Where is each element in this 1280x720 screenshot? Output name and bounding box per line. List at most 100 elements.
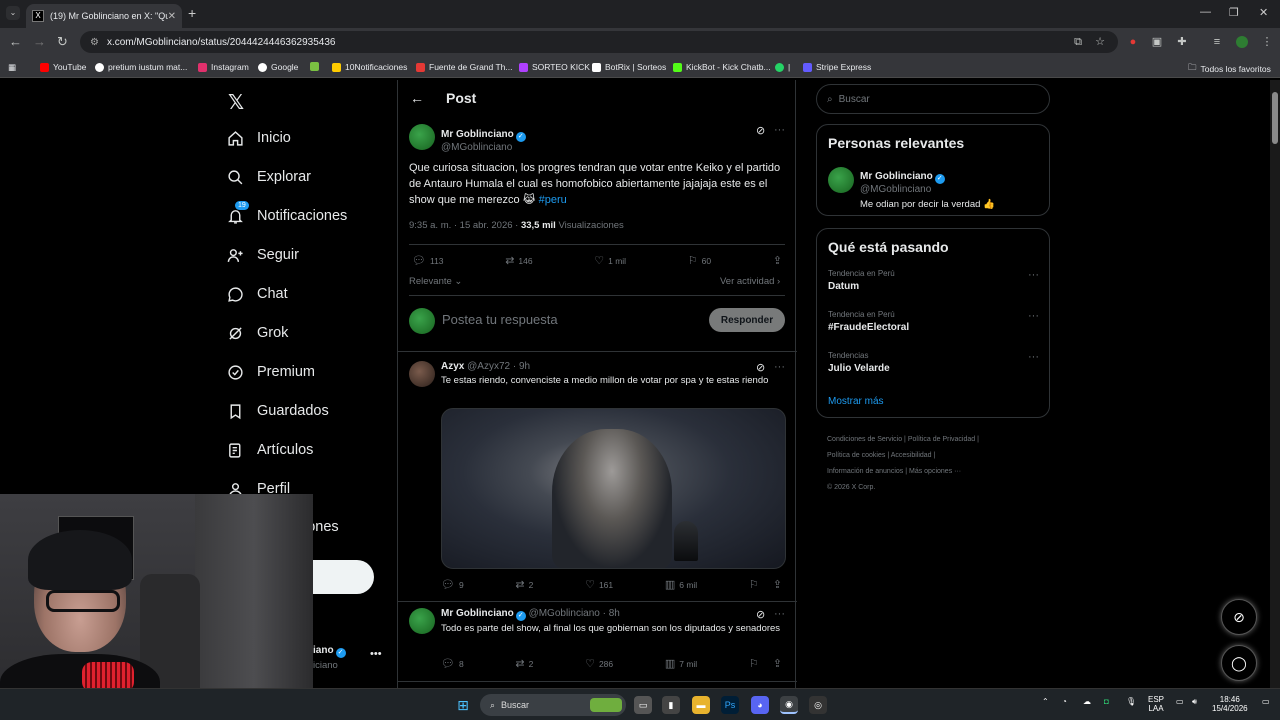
- grok-explain-icon[interactable]: ⊘: [756, 124, 765, 137]
- bookmark-kickbot[interactable]: KickBot - Kick Chatb...: [673, 62, 771, 72]
- reply-handle[interactable]: @MGoblinciano · 8h: [529, 608, 620, 619]
- apps-icon[interactable]: ▦: [8, 62, 16, 73]
- tray-overflow-icon[interactable]: ⌃: [1042, 697, 1049, 706]
- profile-avatar[interactable]: [1236, 36, 1248, 48]
- extension-red-icon[interactable]: ●: [1127, 36, 1139, 48]
- reply-more-icon[interactable]: ···: [774, 361, 785, 373]
- reply-avatar[interactable]: [409, 361, 435, 387]
- reply-avatar[interactable]: [409, 608, 435, 634]
- task-view-icon[interactable]: ▭: [634, 696, 652, 714]
- repost-action[interactable]: ⇄ 2: [515, 657, 533, 670]
- bookmark-whatsapp[interactable]: |: [775, 62, 790, 72]
- taskbar-search[interactable]: ⌕ Buscar: [480, 694, 626, 716]
- reply-author[interactable]: Azyx: [441, 361, 464, 372]
- browser-tab[interactable]: X (19) Mr Goblinciano en X: "Que ✕: [26, 4, 182, 28]
- reading-list-icon[interactable]: ≡: [1211, 36, 1223, 48]
- bookmark-unnamed[interactable]: [310, 62, 323, 71]
- like-action[interactable]: ♡ 286: [585, 657, 613, 670]
- address-bar[interactable]: ⚙ x.com/MGoblinciano/status/204442444636…: [80, 31, 1118, 53]
- like-action[interactable]: ♡ 1 mil: [594, 254, 626, 267]
- nav-item-chat[interactable]: Chat: [226, 285, 288, 303]
- bookmark-pretium[interactable]: pretium iustum mat...: [95, 62, 187, 72]
- messages-float-button[interactable]: ◯: [1221, 645, 1257, 681]
- extension-icon[interactable]: ▣: [1151, 36, 1163, 48]
- network-icon[interactable]: ▭: [1176, 697, 1184, 706]
- volume-icon[interactable]: 🔊︎: [1192, 697, 1197, 706]
- tray-app-icon[interactable]: ◔: [1062, 697, 1067, 706]
- nav-item-seguir[interactable]: Seguir: [226, 246, 299, 264]
- grok-explain-icon[interactable]: ⊘: [756, 361, 765, 374]
- bookmark-instagram[interactable]: Instagram: [198, 62, 249, 72]
- reload-button[interactable]: ↻: [57, 34, 68, 50]
- bookmark-stripe[interactable]: Stripe Express: [803, 62, 871, 72]
- trend-item[interactable]: Tendencias Julio Velarde: [828, 351, 1040, 374]
- tab-search-button[interactable]: ⌄: [6, 6, 20, 20]
- photoshop-icon[interactable]: Ps: [721, 696, 739, 714]
- post-timestamp[interactable]: 9:35 a. m. · 15 abr. 2026 ·: [409, 220, 521, 231]
- bookmark-action[interactable]: ⚐ ⇪: [749, 657, 786, 670]
- footer-link[interactable]: Condiciones de Servicio: [827, 436, 902, 443]
- hashtag-link[interactable]: #peru: [539, 194, 567, 206]
- page-scrollbar[interactable]: [1270, 80, 1280, 688]
- footer-link[interactable]: Política de cookies: [827, 452, 885, 459]
- trend-item[interactable]: Tendencia en Perú Datum: [828, 269, 1040, 292]
- grok-float-button[interactable]: ⊘: [1221, 599, 1257, 635]
- nav-item-grok[interactable]: Grok: [226, 324, 288, 342]
- window-close-button[interactable]: ✕: [1259, 6, 1268, 19]
- bookmark-sorteo-kick[interactable]: SORTEO KICK: [519, 62, 590, 72]
- new-tab-button[interactable]: +: [188, 5, 196, 21]
- views-action[interactable]: ▥ 6 mil: [665, 578, 697, 591]
- trend-more-icon[interactable]: ···: [1028, 351, 1039, 363]
- extensions-puzzle-icon[interactable]: ✚: [1176, 36, 1188, 48]
- bookmark-action[interactable]: ⚐ ⇪: [749, 578, 786, 591]
- install-app-icon[interactable]: ⧉: [1072, 36, 1084, 48]
- windows-start-icon[interactable]: ⊞: [454, 696, 472, 714]
- reply-input[interactable]: Postea tu respuesta: [442, 312, 558, 327]
- reply-action[interactable]: 💬︎ 8: [441, 657, 464, 670]
- reply-action[interactable]: 💬︎ 113: [412, 254, 444, 267]
- post-more-icon[interactable]: ···: [774, 124, 785, 136]
- views-action[interactable]: ▥ 7 mil: [665, 657, 697, 670]
- share-icon[interactable]: ⇪: [773, 657, 782, 670]
- reply-submit-button[interactable]: Responder: [709, 308, 785, 332]
- file-explorer-icon[interactable]: ▬: [692, 696, 710, 714]
- relevant-avatar[interactable]: [828, 167, 854, 193]
- microphone-icon[interactable]: 🎙︎: [1126, 697, 1136, 706]
- bookmark-google[interactable]: Google: [258, 62, 298, 72]
- x-logo-icon[interactable]: 𝕏: [228, 90, 244, 115]
- view-activity-link[interactable]: Ver actividad ›: [720, 276, 780, 287]
- reply-more-icon[interactable]: ···: [774, 608, 785, 620]
- forward-button[interactable]: →: [33, 34, 46, 49]
- all-bookmarks[interactable]: 🗀 Todos los favoritos: [1188, 62, 1271, 76]
- trend-more-icon[interactable]: ···: [1028, 310, 1039, 322]
- minimize-button[interactable]: —: [1200, 6, 1211, 18]
- nav-item-inicio[interactable]: Inicio: [226, 129, 291, 147]
- tray-cloud-icon[interactable]: ☁: [1083, 697, 1091, 706]
- tab-close-icon[interactable]: ✕: [168, 11, 176, 22]
- site-info-icon[interactable]: ⚙: [90, 37, 99, 48]
- footer-link[interactable]: Información de anuncios: [827, 468, 903, 475]
- clock[interactable]: 18:46 15/4/2026: [1212, 695, 1248, 713]
- search-input[interactable]: ⌕ Buscar: [816, 84, 1050, 114]
- footer-link[interactable]: Más opciones ···: [909, 468, 961, 475]
- trend-more-icon[interactable]: ···: [1028, 269, 1039, 281]
- share-icon[interactable]: ⇪: [773, 578, 782, 591]
- chrome-menu-icon[interactable]: ⋮: [1261, 36, 1273, 48]
- trend-item[interactable]: Tendencia en Perú #FraudeElectoral: [828, 310, 1040, 333]
- like-action[interactable]: ♡ 161: [585, 578, 613, 591]
- app-icon[interactable]: ▮: [662, 696, 680, 714]
- bookmark-10notificaciones[interactable]: 10Notificaciones: [332, 62, 407, 72]
- bookmark-grand-theft[interactable]: Fuente de Grand Th...: [416, 62, 512, 72]
- scrollbar-thumb[interactable]: [1272, 92, 1278, 144]
- grok-explain-icon[interactable]: ⊘: [756, 608, 765, 621]
- restore-button[interactable]: ❐: [1229, 6, 1239, 19]
- nav-item-premium[interactable]: Premium: [226, 363, 315, 381]
- author-handle[interactable]: @MGoblinciano: [441, 142, 526, 153]
- repost-action[interactable]: ⇄ 2: [515, 578, 533, 591]
- reply-action[interactable]: 💬︎ 9: [441, 578, 464, 591]
- repost-action[interactable]: ⇄ 146: [505, 254, 532, 267]
- reply-author[interactable]: Mr Goblinciano: [441, 608, 514, 619]
- nav-item-articulos[interactable]: Artículos: [226, 441, 313, 459]
- author-avatar[interactable]: [409, 124, 435, 150]
- author-name[interactable]: Mr Goblinciano: [441, 129, 514, 140]
